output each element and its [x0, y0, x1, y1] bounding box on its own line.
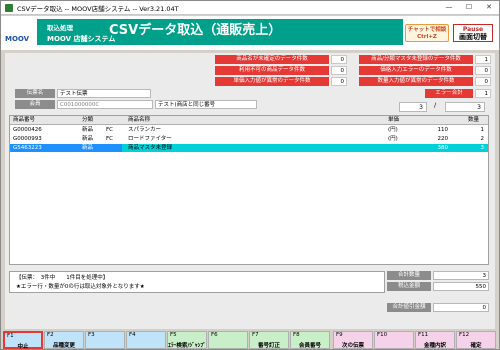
chat-label: チャットで相談 [407, 27, 447, 33]
message-line-1: 【伝票： 3件中 1件目を処理中】 [16, 275, 109, 281]
row-price: 380 [437, 145, 449, 151]
table-row[interactable]: G0000426 新品 FC スパランカー (円) 110 1 [10, 126, 488, 134]
chat-consult-button[interactable]: チャットで相談 Ctrl+Z [405, 24, 449, 42]
title-bar: CSVデータ取込 -- MOOV店舗システム -- Ver3.21.04T — … [1, 1, 499, 15]
row-subclass: FC [106, 136, 114, 142]
error-total: エラー合計 1 [425, 89, 491, 98]
f5-error-search-button[interactable]: F5 ｴﾗｰ検索/ｼﾞｬﾝﾌﾟ [167, 331, 207, 349]
row-subclass: FC [106, 127, 114, 133]
row-unit: (円) [388, 127, 398, 133]
maximize-button[interactable]: ☐ [459, 1, 479, 14]
table-header: 商品番号 分類 商品名称 単価 数量 [10, 116, 488, 125]
row-class: 新品 [82, 136, 94, 142]
row-class: 新品 [82, 127, 94, 133]
chat-shortcut: Ctrl+Z [417, 34, 437, 40]
slip-name-label: 伝票名 [15, 89, 55, 98]
f9-next-slip-button[interactable]: F9 次の伝票 [333, 331, 373, 349]
f12-confirm-button[interactable]: F12 確定 [456, 331, 496, 349]
row-class: 新品 [82, 145, 94, 151]
row-name: ロードファイター [128, 136, 172, 142]
app-header: MOOV 取込処理 CSVデータ取込（通販売上） MOOV 店舗システム チャッ… [1, 16, 499, 50]
row-qty: 3 [480, 145, 485, 151]
f11-denomination-button[interactable]: F11 金種内訳 [415, 331, 455, 349]
app-window: CSVデータ取込 -- MOOV店舗システム -- Ver3.21.04T — … [0, 0, 500, 350]
member-label: 会員 [15, 100, 55, 109]
member-code-field[interactable]: C001000000C [57, 100, 153, 109]
f7-number-correction-button[interactable]: F7 番号訂正 [249, 331, 289, 349]
f6-button[interactable]: F6 [208, 331, 248, 349]
product-table[interactable]: 商品番号 分類 商品名称 単価 数量 G0000426 新品 FC スパランカー… [9, 115, 489, 265]
main-content: 商品名が未確定のデータ件数 0 利用不可の商品データ件数 0 単価入力値が異常の… [5, 53, 495, 329]
page-title: CSVデータ取込（通販売上） [109, 23, 282, 38]
total-amount: 税込金額 550 [387, 282, 491, 291]
page-current: 3 [399, 102, 427, 112]
row-code: G0000993 [13, 136, 42, 142]
row-name: スパランカー [128, 127, 162, 133]
row-unit: (円) [388, 136, 398, 142]
table-row-selected[interactable]: G5463223 新品 商品マスタ未登録 380 3 [10, 144, 488, 152]
app-icon [5, 4, 13, 12]
error-unit-price: 単価入力値が異常のデータ件数 0 [215, 77, 347, 86]
system-name: MOOV 店舗システム [47, 35, 116, 43]
row-qty: 1 [480, 127, 485, 133]
row-code: G5463223 [13, 145, 42, 151]
page-separator: / [434, 101, 437, 109]
f8-member-number-button[interactable]: F8 会員番号 [290, 331, 330, 349]
error-price-input: 価格入力エラーのデータ件数 0 [359, 66, 491, 75]
row-code: G0000426 [13, 127, 42, 133]
message-line-2: ★エラー行・数量が0の行は取込対象外となります★ [16, 284, 145, 290]
total-quantity: 合計数量 3 [387, 271, 491, 280]
screen-switch-button[interactable]: Pause 画面切替 [453, 24, 493, 42]
f4-button[interactable]: F4 [126, 331, 166, 349]
col-unit-price: 単価 [388, 117, 400, 123]
col-class: 分類 [82, 117, 94, 123]
col-product-name: 商品名称 [128, 117, 151, 123]
moov-logo: MOOV [5, 35, 30, 43]
screen-switch-label: 画面切替 [459, 32, 487, 41]
close-button[interactable]: ✕ [479, 1, 499, 14]
slip-name-field[interactable]: テスト伝票 [57, 89, 151, 98]
header-banner: 取込処理 CSVデータ取込（通販売上） MOOV 店舗システム [37, 19, 403, 45]
row-price: 110 [437, 127, 449, 133]
error-unavailable-product: 利用不可の商品データ件数 0 [215, 66, 347, 75]
slip-info: 伝票名 テスト伝票 会員 C001000000C テスト(商店と同じ番号 [15, 89, 355, 115]
table-row[interactable]: G0000993 新品 FC ロードファイター (円) 220 2 [10, 135, 488, 143]
row-price: 220 [437, 136, 449, 142]
page-total: 3 [445, 102, 485, 112]
section-label: 取込処理 [47, 24, 73, 32]
col-quantity: 数量 [468, 117, 480, 123]
row-qty: 2 [480, 136, 485, 142]
f10-button[interactable]: F10 [374, 331, 414, 349]
minimize-button[interactable]: — [439, 1, 459, 14]
status-message: 【伝票： 3件中 1件目を処理中】 ★エラー行・数量が0の行は取込対象外となりま… [9, 271, 385, 293]
error-unconfirmed-name: 商品名が未確定のデータ件数 0 [215, 55, 347, 64]
f3-button[interactable]: F3 [85, 331, 125, 349]
f2-category-change-button[interactable]: F2 品種変更 [44, 331, 84, 349]
function-key-bar: F1 中止 F2 品種変更 F3 F4 F5 ｴﾗｰ検索/ｼﾞｬﾝﾌﾟ F6 F7 番号… [3, 331, 497, 350]
total-discount: 合計値引金額 0 [387, 303, 491, 312]
window-title: CSVデータ取込 -- MOOV店舗システム -- Ver3.21.04T [17, 5, 179, 13]
member-name-field: テスト(商店と同じ番号 [155, 100, 257, 109]
col-product-code: 商品番号 [13, 117, 36, 123]
error-master-unregistered: 商品/分類マスタ未登録のデータ件数 1 [359, 55, 491, 64]
error-quantity-input: 数量入力値が異常のデータ件数 0 [359, 77, 491, 86]
f1-cancel-button[interactable]: F1 中止 [3, 331, 43, 350]
